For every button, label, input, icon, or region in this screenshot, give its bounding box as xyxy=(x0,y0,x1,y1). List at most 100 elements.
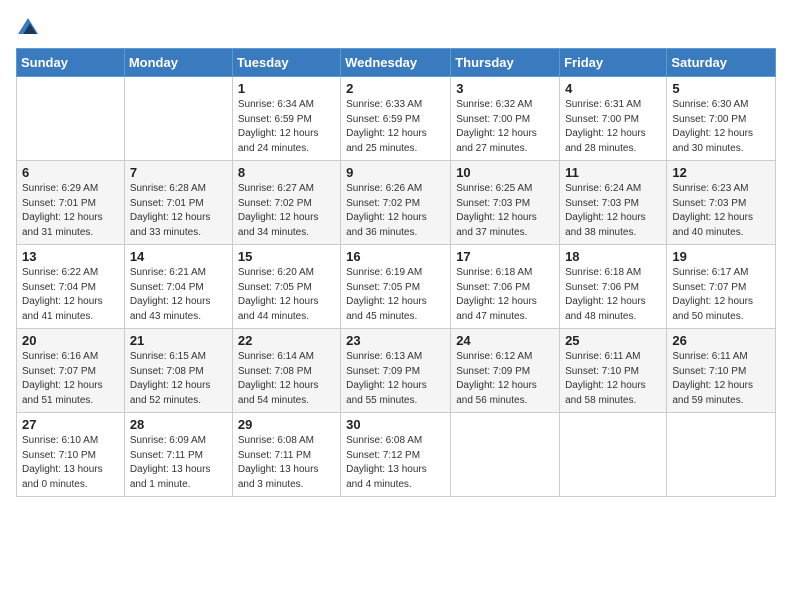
cell-content: Sunrise: 6:34 AM Sunset: 6:59 PM Dayligh… xyxy=(238,98,335,156)
weekday-header-monday: Monday xyxy=(124,49,232,77)
day-number: 7 xyxy=(130,165,227,180)
cell-content: Sunrise: 6:17 AM Sunset: 7:07 PM Dayligh… xyxy=(672,266,770,324)
day-number: 6 xyxy=(22,165,119,180)
day-number: 27 xyxy=(22,417,119,432)
calendar-cell: 21 Sunrise: 6:15 AM Sunset: 7:08 PM Dayli… xyxy=(124,329,232,413)
calendar-cell: 20 Sunrise: 6:16 AM Sunset: 7:07 PM Dayli… xyxy=(17,329,125,413)
calendar-table: SundayMondayTuesdayWednesdayThursdayFrid… xyxy=(16,48,776,497)
calendar-cell: 10 Sunrise: 6:25 AM Sunset: 7:03 PM Dayli… xyxy=(451,161,560,245)
calendar-cell: 1Sunrise: 6:34 AM Sunset: 6:59 PM Daylig… xyxy=(232,77,340,161)
cell-content: Sunrise: 6:16 AM Sunset: 7:07 PM Dayligh… xyxy=(22,350,119,408)
cell-content: Sunrise: 6:29 AM Sunset: 7:01 PM Dayligh… xyxy=(22,182,119,240)
day-number: 23 xyxy=(346,333,445,348)
calendar-cell: 16Sunrise: 6:19 AM Sunset: 7:05 PM Dayli… xyxy=(341,245,451,329)
day-number: 8 xyxy=(238,165,335,180)
day-number: 25 xyxy=(565,333,661,348)
cell-content: Sunrise: 6:15 AM Sunset: 7:08 PM Dayligh… xyxy=(130,350,227,408)
calendar-cell: 12 Sunrise: 6:23 AM Sunset: 7:03 PM Dayli… xyxy=(667,161,776,245)
calendar-cell xyxy=(451,413,560,497)
calendar-cell: 13 Sunrise: 6:22 AM Sunset: 7:04 PM Dayli… xyxy=(17,245,125,329)
calendar-cell: 29 Sunrise: 6:08 AM Sunset: 7:11 PM Dayli… xyxy=(232,413,340,497)
cell-content: Sunrise: 6:32 AM Sunset: 7:00 PM Dayligh… xyxy=(456,98,554,156)
calendar-cell: 7Sunrise: 6:28 AM Sunset: 7:01 PM Daylig… xyxy=(124,161,232,245)
cell-content: Sunrise: 6:11 AM Sunset: 7:10 PM Dayligh… xyxy=(565,350,661,408)
calendar-cell: 11 Sunrise: 6:24 AM Sunset: 7:03 PM Dayli… xyxy=(560,161,667,245)
logo xyxy=(16,16,38,36)
cell-content: Sunrise: 6:27 AM Sunset: 7:02 PM Dayligh… xyxy=(238,182,335,240)
cell-content: Sunrise: 6:22 AM Sunset: 7:04 PM Dayligh… xyxy=(22,266,119,324)
cell-content: Sunrise: 6:31 AM Sunset: 7:00 PM Dayligh… xyxy=(565,98,661,156)
weekday-header-sunday: Sunday xyxy=(17,49,125,77)
day-number: 26 xyxy=(672,333,770,348)
calendar-cell: 25 Sunrise: 6:11 AM Sunset: 7:10 PM Dayli… xyxy=(560,329,667,413)
weekday-header-wednesday: Wednesday xyxy=(341,49,451,77)
cell-content: Sunrise: 6:20 AM Sunset: 7:05 PM Dayligh… xyxy=(238,266,335,324)
week-row-1: 1Sunrise: 6:34 AM Sunset: 6:59 PM Daylig… xyxy=(17,77,776,161)
day-number: 30 xyxy=(346,417,445,432)
day-number: 10 xyxy=(456,165,554,180)
week-row-2: 6 Sunrise: 6:29 AM Sunset: 7:01 PM Daylig… xyxy=(17,161,776,245)
calendar-cell: 30 Sunrise: 6:08 AM Sunset: 7:12 PM Dayli… xyxy=(341,413,451,497)
cell-content: Sunrise: 6:09 AM Sunset: 7:11 PM Dayligh… xyxy=(130,434,227,492)
week-row-4: 20 Sunrise: 6:16 AM Sunset: 7:07 PM Dayli… xyxy=(17,329,776,413)
cell-content: Sunrise: 6:13 AM Sunset: 7:09 PM Dayligh… xyxy=(346,350,445,408)
cell-content: Sunrise: 6:08 AM Sunset: 7:12 PM Dayligh… xyxy=(346,434,445,492)
weekday-header-saturday: Saturday xyxy=(667,49,776,77)
day-number: 2 xyxy=(346,81,445,96)
day-number: 20 xyxy=(22,333,119,348)
calendar-cell: 19 Sunrise: 6:17 AM Sunset: 7:07 PM Dayli… xyxy=(667,245,776,329)
day-number: 13 xyxy=(22,249,119,264)
calendar-cell: 8 Sunrise: 6:27 AM Sunset: 7:02 PM Daylig… xyxy=(232,161,340,245)
day-number: 5 xyxy=(672,81,770,96)
cell-content: Sunrise: 6:10 AM Sunset: 7:10 PM Dayligh… xyxy=(22,434,119,492)
week-row-5: 27 Sunrise: 6:10 AM Sunset: 7:10 PM Dayli… xyxy=(17,413,776,497)
calendar-cell: 28 Sunrise: 6:09 AM Sunset: 7:11 PM Dayli… xyxy=(124,413,232,497)
cell-content: Sunrise: 6:24 AM Sunset: 7:03 PM Dayligh… xyxy=(565,182,661,240)
day-number: 14 xyxy=(130,249,227,264)
cell-content: Sunrise: 6:14 AM Sunset: 7:08 PM Dayligh… xyxy=(238,350,335,408)
cell-content: Sunrise: 6:30 AM Sunset: 7:00 PM Dayligh… xyxy=(672,98,770,156)
calendar-cell xyxy=(667,413,776,497)
cell-content: Sunrise: 6:23 AM Sunset: 7:03 PM Dayligh… xyxy=(672,182,770,240)
calendar-cell: 9 Sunrise: 6:26 AM Sunset: 7:02 PM Daylig… xyxy=(341,161,451,245)
cell-content: Sunrise: 6:11 AM Sunset: 7:10 PM Dayligh… xyxy=(672,350,770,408)
calendar-cell: 2 Sunrise: 6:33 AM Sunset: 6:59 PM Daylig… xyxy=(341,77,451,161)
cell-content: Sunrise: 6:33 AM Sunset: 6:59 PM Dayligh… xyxy=(346,98,445,156)
calendar-cell: 4Sunrise: 6:31 AM Sunset: 7:00 PM Daylig… xyxy=(560,77,667,161)
day-number: 19 xyxy=(672,249,770,264)
day-number: 17 xyxy=(456,249,554,264)
day-number: 22 xyxy=(238,333,335,348)
calendar-cell xyxy=(560,413,667,497)
cell-content: Sunrise: 6:26 AM Sunset: 7:02 PM Dayligh… xyxy=(346,182,445,240)
calendar-cell: 22 Sunrise: 6:14 AM Sunset: 7:08 PM Dayli… xyxy=(232,329,340,413)
calendar-cell: 17 Sunrise: 6:18 AM Sunset: 7:06 PM Dayli… xyxy=(451,245,560,329)
week-row-3: 13 Sunrise: 6:22 AM Sunset: 7:04 PM Dayli… xyxy=(17,245,776,329)
cell-content: Sunrise: 6:25 AM Sunset: 7:03 PM Dayligh… xyxy=(456,182,554,240)
day-number: 29 xyxy=(238,417,335,432)
cell-content: Sunrise: 6:08 AM Sunset: 7:11 PM Dayligh… xyxy=(238,434,335,492)
calendar-cell: 14 Sunrise: 6:21 AM Sunset: 7:04 PM Dayli… xyxy=(124,245,232,329)
calendar-cell: 26 Sunrise: 6:11 AM Sunset: 7:10 PM Dayli… xyxy=(667,329,776,413)
calendar-cell: 15 Sunrise: 6:20 AM Sunset: 7:05 PM Dayli… xyxy=(232,245,340,329)
calendar-cell: 6 Sunrise: 6:29 AM Sunset: 7:01 PM Daylig… xyxy=(17,161,125,245)
cell-content: Sunrise: 6:18 AM Sunset: 7:06 PM Dayligh… xyxy=(565,266,661,324)
calendar-cell: 18 Sunrise: 6:18 AM Sunset: 7:06 PM Dayli… xyxy=(560,245,667,329)
day-number: 28 xyxy=(130,417,227,432)
calendar-cell: 23 Sunrise: 6:13 AM Sunset: 7:09 PM Dayli… xyxy=(341,329,451,413)
calendar-cell: 3 Sunrise: 6:32 AM Sunset: 7:00 PM Daylig… xyxy=(451,77,560,161)
day-number: 16 xyxy=(346,249,445,264)
weekday-header-tuesday: Tuesday xyxy=(232,49,340,77)
weekday-header-thursday: Thursday xyxy=(451,49,560,77)
calendar-cell: 5 Sunrise: 6:30 AM Sunset: 7:00 PM Daylig… xyxy=(667,77,776,161)
day-number: 18 xyxy=(565,249,661,264)
cell-content: Sunrise: 6:18 AM Sunset: 7:06 PM Dayligh… xyxy=(456,266,554,324)
cell-content: Sunrise: 6:21 AM Sunset: 7:04 PM Dayligh… xyxy=(130,266,227,324)
day-number: 15 xyxy=(238,249,335,264)
calendar-cell xyxy=(124,77,232,161)
day-number: 9 xyxy=(346,165,445,180)
day-number: 12 xyxy=(672,165,770,180)
day-number: 21 xyxy=(130,333,227,348)
day-number: 11 xyxy=(565,165,661,180)
logo-icon xyxy=(18,16,38,36)
day-number: 3 xyxy=(456,81,554,96)
